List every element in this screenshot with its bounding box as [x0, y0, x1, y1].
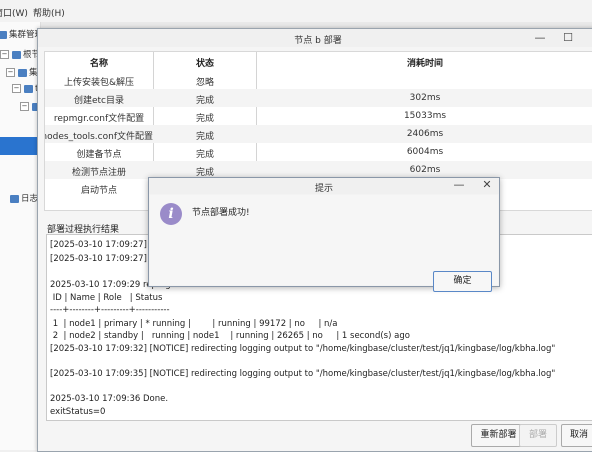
- collapse-toggle-icon[interactable]: −: [6, 68, 15, 77]
- prompt-message: 节点部署成功!: [192, 208, 250, 218]
- deploy-dialog-title: 节点 b 部署: [294, 36, 342, 46]
- log-line: exitStatus=0: [50, 407, 106, 417]
- tree-selected-row[interactable]: [0, 137, 40, 155]
- redeploy-button[interactable]: 重新部署: [471, 424, 526, 447]
- cancel-button[interactable]: 取消: [561, 424, 592, 447]
- step-status: 完成: [195, 114, 214, 124]
- step-status: 完成: [195, 150, 214, 160]
- log-line: ID | Name | Role | Status: [50, 293, 163, 303]
- deploy-dialog-titlebar[interactable]: 节点 b 部署 — ☐: [38, 29, 592, 47]
- log-icon: [10, 194, 19, 203]
- step-time: 2406ms: [406, 129, 444, 139]
- column-header-name[interactable]: 名称: [45, 56, 153, 69]
- prompt-dialog: 提示 — ✕ i 节点部署成功! 确定: [148, 177, 500, 292]
- maximize-icon[interactable]: ☐: [560, 30, 576, 46]
- table-row[interactable]: 创建etc目录 完成 302ms: [45, 89, 592, 107]
- log-line: [2025-03-10 17:09:32] [NOTICE] redirecti…: [50, 344, 556, 354]
- step-name: 检测节点注册: [71, 168, 126, 178]
- prompt-dialog-title: 提示: [314, 184, 333, 194]
- step-status: 完成: [195, 132, 214, 142]
- cluster-icon: [18, 68, 27, 77]
- menu-help[interactable]: 帮助(H): [33, 6, 65, 19]
- log-line: ----+--------+---------+-----------: [50, 305, 170, 315]
- step-time: 6004ms: [406, 147, 444, 157]
- column-header-time[interactable]: 消耗时间: [257, 56, 592, 69]
- cluster-icon: [0, 30, 7, 39]
- prompt-dialog-body: i 节点部署成功! 确定: [150, 195, 498, 292]
- prompt-dialog-titlebar[interactable]: 提示 — ✕: [149, 178, 499, 194]
- info-icon: i: [160, 203, 182, 225]
- collapse-toggle-icon[interactable]: −: [0, 50, 9, 59]
- collapse-toggle-icon[interactable]: −: [12, 84, 21, 93]
- ok-button[interactable]: 确定: [433, 271, 492, 292]
- cluster-tree-panel: 集群管理 −根节点 −集群 −t − 日志: [0, 22, 49, 450]
- close-icon[interactable]: ✕: [479, 178, 495, 194]
- log-line: 2 | node2 | standby | running | node1 | …: [50, 331, 410, 341]
- tree-item-log[interactable]: 日志: [10, 192, 38, 206]
- deploy-button[interactable]: 部署: [519, 424, 557, 447]
- step-name: 上传安装包&解压: [63, 78, 135, 88]
- step-name: repmgr.conf文件配置: [53, 114, 145, 124]
- menu-window[interactable]: 窗口(W): [0, 6, 28, 19]
- table-row[interactable]: repmgr.conf文件配置 完成 15033ms: [45, 107, 592, 125]
- step-status: 完成: [195, 96, 214, 106]
- step-status: 忽略: [195, 78, 214, 88]
- step-time: 302ms: [409, 93, 441, 103]
- log-line: 1 | node1 | primary | * running | | runn…: [50, 319, 338, 329]
- folder-icon: [24, 84, 33, 93]
- step-name: 启动节点: [80, 186, 117, 196]
- minimize-icon[interactable]: —: [451, 178, 467, 194]
- log-line: 2025-03-10 17:09:36 Done.: [50, 394, 169, 404]
- table-row[interactable]: 创建备节点 完成 6004ms: [45, 143, 592, 161]
- server-icon: [12, 50, 21, 59]
- table-row[interactable]: 上传安装包&解压 忽略: [45, 71, 592, 89]
- log-line: [2025-03-10 17:09:35] [NOTICE] redirecti…: [50, 369, 556, 379]
- tree-item-t[interactable]: −t: [12, 84, 38, 98]
- step-time: 602ms: [409, 165, 441, 175]
- column-header-status[interactable]: 状态: [153, 56, 257, 69]
- step-name: 创建备节点: [76, 150, 122, 160]
- menubar: 窗口(W) 帮助(H): [0, 0, 592, 22]
- step-name: all_nodes_tools.conf文件配置: [45, 132, 153, 142]
- step-time: 15033ms: [403, 111, 447, 121]
- table-row[interactable]: all_nodes_tools.conf文件配置 完成 2406ms: [45, 125, 592, 143]
- collapse-toggle-icon[interactable]: −: [20, 102, 29, 111]
- minimize-icon[interactable]: —: [532, 30, 548, 46]
- step-name: 创建etc目录: [73, 96, 124, 106]
